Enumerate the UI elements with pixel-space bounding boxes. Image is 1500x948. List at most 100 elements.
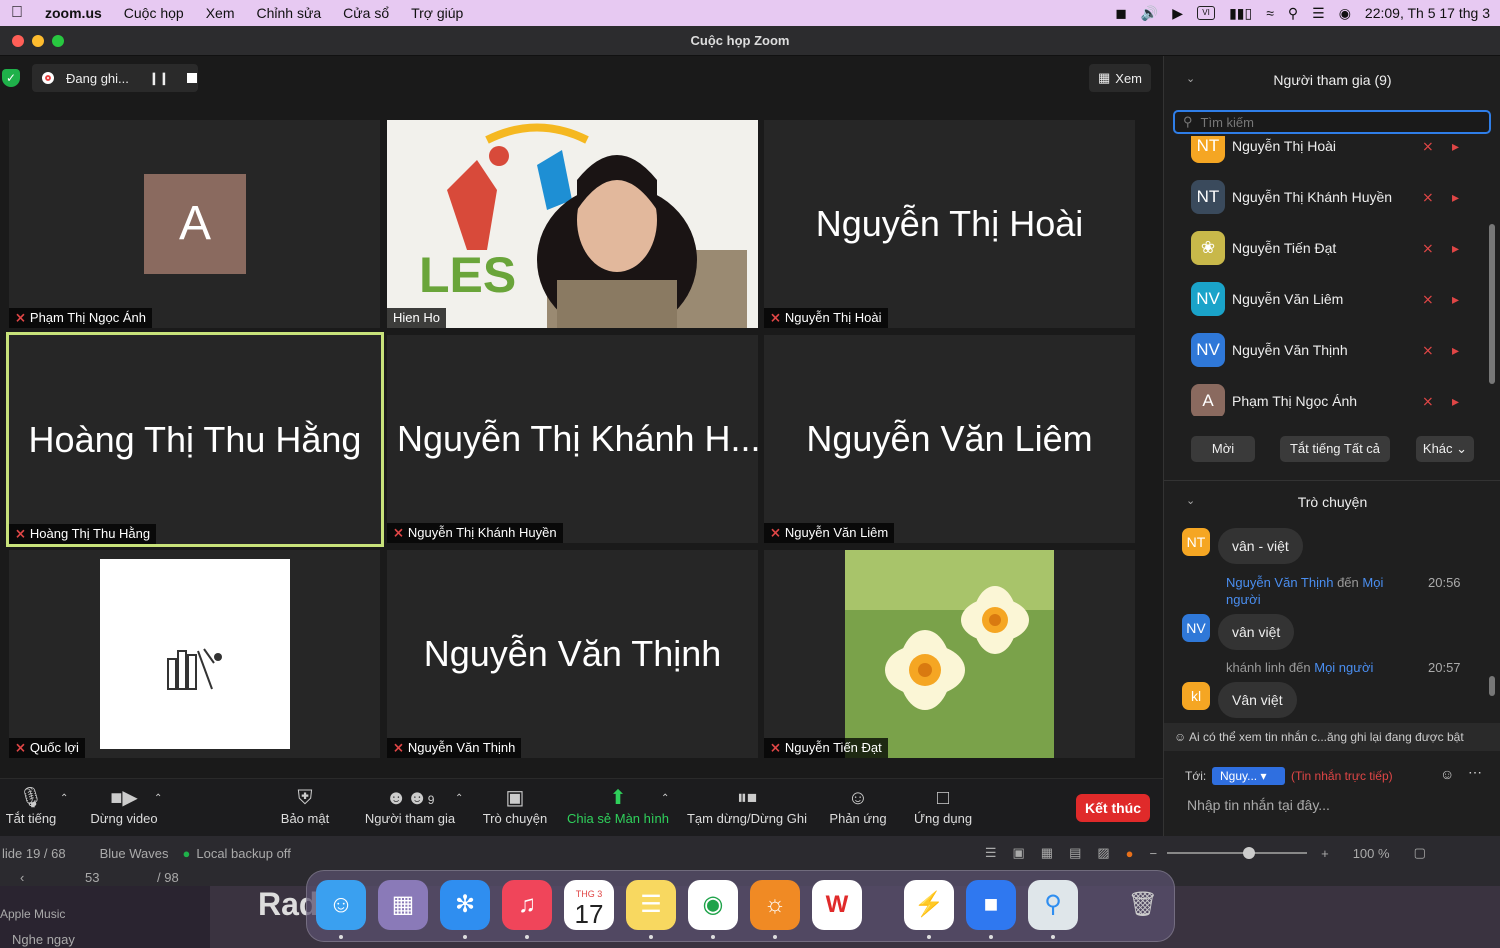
more-button[interactable]: Khác ⌄ xyxy=(1416,436,1474,462)
slide-sorter-icon[interactable]: ▦ xyxy=(1041,845,1053,861)
encryption-shield-icon[interactable]: ✓ xyxy=(2,69,20,87)
menu-edit[interactable]: Chỉnh sửa xyxy=(246,0,333,26)
reactions-button[interactable]: ☺ Phản ứng xyxy=(828,785,888,826)
participant-row[interactable]: A Phạm Thị Ngọc Ánh ⨯ ▸ xyxy=(1164,376,1490,416)
menu-app[interactable]: zoom.us xyxy=(34,0,113,26)
video-tile[interactable]: Nguyễn Văn Thịnh ⨯ Nguyễn Văn Thịnh xyxy=(387,550,758,758)
quicktime-icon[interactable]: ⚲ xyxy=(1028,880,1078,930)
video-tile[interactable]: LES Hien Ho xyxy=(387,120,758,328)
apps-button[interactable]: □ Ứng dụng xyxy=(913,785,973,826)
mute-button[interactable]: 🎙 Tắt tiếng xyxy=(4,785,58,826)
end-meeting-button[interactable]: Kết thúc xyxy=(1076,794,1150,822)
launchpad-icon[interactable]: ▦ xyxy=(378,880,428,930)
participant-row[interactable]: NV Nguyễn Văn Liêm ⨯ ▸ xyxy=(1164,274,1490,324)
presenter-icon[interactable]: ▨ xyxy=(1097,845,1109,861)
zoom-status-icon[interactable]: ◼ xyxy=(1115,5,1127,22)
invite-button[interactable]: Mời xyxy=(1191,436,1255,462)
emoji-icon[interactable]: ☺ xyxy=(1440,766,1454,782)
chat-input[interactable]: Nhập tin nhắn tại đây... xyxy=(1187,797,1330,813)
participants-button[interactable]: ☻☻9 Người tham gia xyxy=(364,785,456,826)
pause-recording-icon[interactable]: ❙❙ xyxy=(149,71,169,85)
notes-app-icon[interactable]: ☰ xyxy=(626,880,676,930)
mute-all-button[interactable]: Tắt tiếng Tất cả xyxy=(1280,436,1390,462)
chat-button[interactable]: ▣ Trò chuyện xyxy=(481,785,549,826)
trash-icon[interactable]: 🗑 xyxy=(1118,880,1168,930)
zoom-app-icon[interactable]: ■ xyxy=(966,880,1016,930)
stop-recording-icon[interactable] xyxy=(186,73,197,83)
participants-chevron-icon[interactable]: ⌃ xyxy=(455,793,463,804)
reading-view-icon[interactable]: ▤ xyxy=(1069,845,1081,861)
slideshow-icon[interactable]: ● xyxy=(1126,846,1134,861)
menu-window[interactable]: Cửa sổ xyxy=(332,0,400,26)
avatar: NV xyxy=(1191,282,1225,316)
zoom-slider-thumb[interactable] xyxy=(1243,847,1256,859)
menu-help[interactable]: Trợ giúp xyxy=(400,0,474,26)
battery-icon[interactable]: ▮▮▯ xyxy=(1229,5,1252,22)
more-options-icon[interactable]: ⋯ xyxy=(1468,764,1482,781)
chat-timestamp: 20:57 xyxy=(1428,660,1461,675)
video-tile-active-speaker[interactable]: Hoàng Thị Thu Hằng ⨯ Hoàng Thị Thu Hằng xyxy=(6,332,384,547)
mic-muted-icon: ⨯ xyxy=(15,740,26,755)
participant-row[interactable]: NT Nguyễn Thị Hoài ⨯ ▸ xyxy=(1164,136,1490,171)
control-center-icon[interactable]: ☰ xyxy=(1312,5,1325,22)
video-tile[interactable]: A ⨯ Phạm Thị Ngọc Ánh xyxy=(9,120,380,328)
pdf-app-icon[interactable]: ☼ xyxy=(750,880,800,930)
participant-row[interactable]: ❀ Nguyễn Tiến Đạt ⨯ ▸ xyxy=(1164,223,1490,273)
messenger-icon[interactable]: ⚡ xyxy=(904,880,954,930)
recording-label: Đang ghi... xyxy=(66,70,129,86)
wifi-icon[interactable]: ≈ xyxy=(1266,5,1274,21)
stop-video-button[interactable]: ■▶ Dừng video xyxy=(88,785,160,826)
page-number: 53 xyxy=(85,870,100,885)
view-button[interactable]: ▦ Xem xyxy=(1089,64,1151,92)
video-off-icon: ▸ xyxy=(1452,188,1460,205)
video-tile[interactable]: ⨯ Nguyễn Tiến Đạt xyxy=(764,550,1135,758)
security-button[interactable]: ⛨ Bảo mật xyxy=(278,785,332,826)
video-tile[interactable]: Nguyễn Văn Liêm ⨯ Nguyễn Văn Liêm xyxy=(764,335,1135,543)
siri-icon[interactable]: ◉ xyxy=(1339,5,1351,22)
music-action[interactable]: Nghe ngay xyxy=(12,932,75,947)
music-icon[interactable]: ♫ xyxy=(502,880,552,930)
participant-display-name: Nguyễn Thị Hoài xyxy=(815,203,1084,244)
participant-row[interactable]: NV Nguyễn Văn Thịnh ⨯ ▸ xyxy=(1164,325,1490,375)
spotlight-icon[interactable]: ⚲ xyxy=(1288,5,1298,22)
participant-row[interactable]: NT Nguyễn Thị Khánh Huyền ⨯ ▸ xyxy=(1164,172,1490,222)
zoom-in-icon[interactable]: + xyxy=(1321,846,1329,861)
pause-stop-recording-button[interactable]: ⏸⏹ Tạm dừng/Dừng Ghi xyxy=(686,785,808,826)
video-tile[interactable]: ⨯ Quốc lợi xyxy=(9,550,380,758)
audio-options-chevron-icon[interactable]: ⌃ xyxy=(60,793,68,804)
chat-scrollbar[interactable] xyxy=(1489,676,1495,696)
apps-icon: □ xyxy=(936,787,950,809)
chat-message[interactable]: vân - việt xyxy=(1218,528,1303,564)
wps-office-icon[interactable]: W xyxy=(812,880,862,930)
video-tile[interactable]: Nguyễn Thị Khánh H... ⨯ Nguyễn Thị Khánh … xyxy=(387,335,758,543)
finder-icon[interactable]: ☺ xyxy=(316,880,366,930)
menu-view[interactable]: Xem xyxy=(195,0,246,26)
back-icon[interactable]: ‹ xyxy=(20,870,24,885)
video-tile[interactable]: Nguyễn Thị Hoài ⨯ Nguyễn Thị Hoài xyxy=(764,120,1135,328)
safari-icon[interactable]: ✻ xyxy=(440,880,490,930)
share-screen-button[interactable]: ⬆ Chia sẻ Màn hình xyxy=(566,785,670,826)
play-icon[interactable]: ▶ xyxy=(1172,5,1183,22)
volume-icon[interactable]: 🔊 xyxy=(1141,5,1158,22)
chat-recipient-dropdown[interactable]: Nguy... ▾ xyxy=(1212,767,1285,785)
clock[interactable]: 22:09, Th 5 17 thg 3 xyxy=(1365,5,1490,21)
video-options-chevron-icon[interactable]: ⌃ xyxy=(154,793,162,804)
fit-icon[interactable]: ▢ xyxy=(1414,845,1426,861)
normal-view-icon[interactable]: ▣ xyxy=(1012,845,1024,861)
chat-message[interactable]: vân việt xyxy=(1218,614,1295,650)
share-options-chevron-icon[interactable]: ⌃ xyxy=(661,793,669,804)
menu-meeting[interactable]: Cuộc họp xyxy=(113,0,195,26)
apple-icon[interactable]:  xyxy=(0,4,34,22)
zoom-slider[interactable] xyxy=(1167,847,1308,859)
calendar-icon[interactable]: THG 3 17 xyxy=(564,880,614,930)
notes-icon[interactable]: ☰ xyxy=(985,845,997,861)
participants-scrollbar[interactable] xyxy=(1489,224,1495,384)
input-source-icon[interactable]: VI xyxy=(1197,6,1216,20)
profile-image xyxy=(100,559,290,749)
search-icon: ⚲ xyxy=(1183,114,1193,129)
chrome-icon[interactable]: ◉ xyxy=(688,880,738,930)
participant-search-input[interactable]: ⚲ Tìm kiếm xyxy=(1173,110,1491,134)
chat-message[interactable]: Vân việt xyxy=(1218,682,1297,718)
zoom-out-icon[interactable]: − xyxy=(1150,846,1158,861)
mic-muted-icon: ⨯ xyxy=(770,740,781,755)
